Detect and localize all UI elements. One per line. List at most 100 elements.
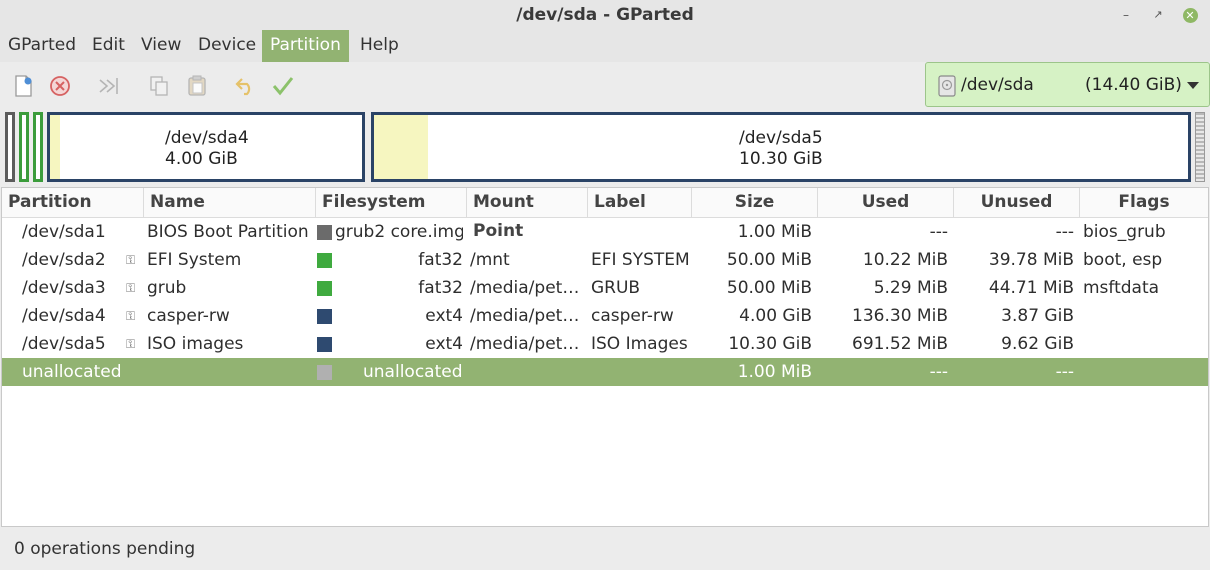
- cell-label: [591, 358, 692, 386]
- close-icon[interactable]: ✕: [1180, 5, 1200, 25]
- cell-flags: [1083, 302, 1207, 330]
- column-partition[interactable]: Partition: [2, 188, 144, 218]
- cell-unused: 3.87 GiB: [1001, 306, 1074, 326]
- cell-size: 10.30 GiB: [728, 334, 812, 354]
- cell-flags: boot, esp: [1083, 250, 1163, 270]
- column-used[interactable]: Used: [818, 188, 954, 218]
- diskmap-segment-sda2[interactable]: [19, 112, 29, 182]
- column-unused[interactable]: Unused: [954, 188, 1080, 218]
- cell-unused: 9.62 GiB: [1001, 334, 1074, 354]
- new-partition-icon[interactable]: [10, 73, 36, 99]
- cell-flags: [1083, 358, 1207, 386]
- maximize-icon[interactable]: ↗: [1148, 5, 1168, 25]
- cell-name: ISO images: [147, 334, 244, 354]
- device-selector[interactable]: /dev/sda (14.40 GiB): [925, 62, 1210, 107]
- diskmap-segment-sda4[interactable]: /dev/sda4 4.00 GiB: [47, 112, 365, 182]
- cell-unused: 44.71 MiB: [988, 278, 1074, 298]
- title-bar: /dev/sda - GParted – ↗ ✕: [0, 0, 1210, 30]
- cell-label: EFI SYSTEM: [591, 250, 690, 270]
- filesystem-color-swatch: [317, 365, 332, 380]
- menu-view[interactable]: View: [133, 30, 189, 62]
- cell-name: EFI System: [147, 250, 242, 270]
- chevron-down-icon: [1187, 82, 1199, 89]
- cell-partition: /dev/sda5: [22, 334, 106, 354]
- menu-help[interactable]: Help: [352, 30, 407, 62]
- filesystem-color-swatch: [317, 281, 332, 296]
- cell-fs: fat32: [418, 278, 463, 298]
- menu-device[interactable]: Device: [190, 30, 264, 62]
- copy-icon[interactable]: [146, 73, 172, 99]
- column-size[interactable]: Size: [692, 188, 818, 218]
- column-mount-point[interactable]: Mount Point: [467, 188, 588, 241]
- segment-size: 4.00 GiB: [165, 149, 238, 169]
- table-row[interactable]: ⚿/dev/sda3 grub fat32/media/pet… GRUB 50.00 …: [2, 274, 1208, 302]
- segment-size: 10.30 GiB: [739, 149, 823, 169]
- cell-size: 50.00 MiB: [726, 278, 812, 298]
- cell-flags: msftdata: [1083, 278, 1160, 298]
- resize-move-icon[interactable]: [96, 73, 122, 99]
- table-row[interactable]: ⚿/dev/sda5 ISO images ext4/media/pet… ISO I…: [2, 330, 1208, 358]
- cell-mount: [470, 218, 588, 246]
- cell-used: ---: [929, 362, 948, 382]
- cell-size: 4.00 GiB: [739, 306, 812, 326]
- cell-used: 10.22 MiB: [862, 250, 948, 270]
- table-row[interactable]: ⚿/dev/sda2 EFI System fat32/mnt EFI SYSTEM 5…: [2, 246, 1208, 274]
- cell-label: [591, 218, 692, 246]
- menu-partition[interactable]: Partition: [262, 30, 349, 62]
- cell-fs: ext4: [425, 334, 463, 354]
- cell-size: 50.00 MiB: [726, 250, 812, 270]
- undo-icon[interactable]: [233, 73, 259, 99]
- used-space-bar: [50, 115, 61, 179]
- menu-gparted[interactable]: GParted: [0, 30, 84, 62]
- device-name: /dev/sda: [961, 75, 1034, 95]
- cell-label: GRUB: [591, 278, 641, 298]
- cell-mount: /media/pet…: [470, 306, 580, 326]
- diskmap-segment-sda1[interactable]: [5, 112, 15, 182]
- segment-name: /dev/sda4: [165, 128, 249, 148]
- cell-size: 1.00 MiB: [737, 222, 812, 242]
- menu-edit[interactable]: Edit: [84, 30, 133, 62]
- filesystem-color-swatch: [317, 225, 332, 240]
- apply-icon[interactable]: [270, 73, 296, 99]
- cell-partition: /dev/sda4: [22, 306, 106, 326]
- filesystem-color-swatch: [317, 309, 332, 324]
- column-flags[interactable]: Flags: [1080, 188, 1208, 218]
- minimize-icon[interactable]: –: [1116, 5, 1136, 25]
- disk-map: /dev/sda4 4.00 GiB /dev/sda5 10.30 GiB: [5, 112, 1205, 182]
- diskmap-segment-sda3[interactable]: [33, 112, 43, 182]
- cell-size: 1.00 MiB: [737, 362, 812, 382]
- cell-mount: /mnt: [470, 250, 510, 270]
- toolbar: /dev/sda (14.40 GiB): [0, 62, 1210, 110]
- menu-bar: GParted Edit View Device Partition Help: [0, 30, 1210, 62]
- filesystem-color-swatch: [317, 253, 332, 268]
- cell-label: ISO Images: [591, 334, 688, 354]
- table-row[interactable]: /dev/sda1 BIOS Boot Partition grub2 core.i…: [2, 218, 1208, 246]
- cell-flags: bios_grub: [1083, 222, 1166, 242]
- cell-unused: ---: [1055, 362, 1074, 382]
- cell-partition: unallocated: [22, 362, 122, 382]
- delete-icon[interactable]: [47, 73, 73, 99]
- column-label[interactable]: Label: [588, 188, 692, 218]
- table-row[interactable]: ⚿/dev/sda4 casper-rw ext4/media/pet… casper…: [2, 302, 1208, 330]
- cell-used: 5.29 MiB: [873, 278, 948, 298]
- cell-partition: /dev/sda2: [22, 250, 106, 270]
- diskmap-segment-unallocated[interactable]: [1195, 112, 1205, 182]
- cell-used: ---: [929, 222, 948, 242]
- cell-unused: 39.78 MiB: [988, 250, 1074, 270]
- cell-used: 136.30 MiB: [852, 306, 948, 326]
- cell-partition: /dev/sda1: [22, 222, 106, 242]
- cell-fs: grub2 core.img: [335, 222, 463, 242]
- column-name[interactable]: Name: [144, 188, 316, 218]
- column-filesystem[interactable]: Filesystem: [316, 188, 467, 218]
- cell-used: 691.52 MiB: [852, 334, 948, 354]
- cell-flags: [1083, 330, 1207, 358]
- diskmap-segment-sda5[interactable]: /dev/sda5 10.30 GiB: [371, 112, 1191, 182]
- paste-icon[interactable]: [184, 73, 210, 99]
- table-row[interactable]: unallocated unallocated 1.00 MiB --- ---: [2, 358, 1208, 386]
- cell-name: casper-rw: [147, 306, 230, 326]
- table-header: Partition Name Filesystem Mount Point La…: [2, 188, 1208, 241]
- cell-name: grub: [147, 278, 187, 298]
- cell-unused: ---: [1055, 222, 1074, 242]
- cell-mount: /media/pet…: [470, 334, 580, 354]
- cell-label: casper-rw: [591, 306, 674, 326]
